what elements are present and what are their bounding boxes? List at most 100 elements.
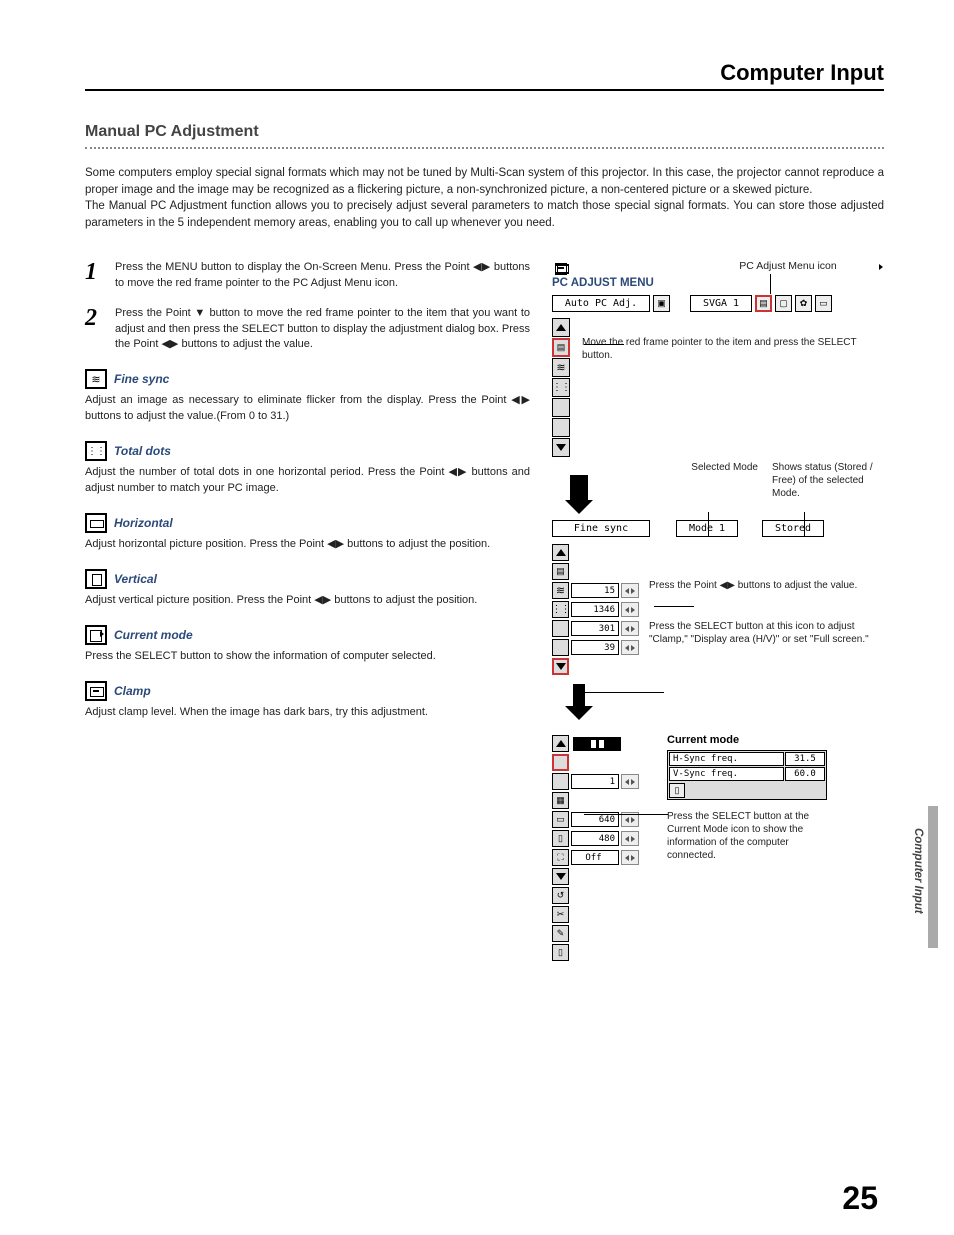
down-arrow-icon bbox=[552, 658, 569, 675]
display-v-icon: ▯ bbox=[552, 830, 569, 847]
item-total-dots: Total dots Adjust the number of total do… bbox=[85, 441, 530, 497]
fine-sync-icon bbox=[552, 358, 570, 377]
item-desc: Adjust horizontal picture position. Pres… bbox=[85, 537, 530, 553]
current-mode-icon bbox=[85, 625, 107, 645]
quit-icon: ▯ bbox=[552, 944, 569, 961]
free-icon: ✂ bbox=[552, 906, 569, 923]
item-title: Fine sync bbox=[114, 372, 169, 386]
annotation-move-pointer: Move the red frame pointer to the item a… bbox=[582, 336, 884, 362]
spinner-icon bbox=[621, 602, 639, 617]
step-number: 1 bbox=[85, 260, 115, 292]
step-1: 1 Press the MENU button to display the O… bbox=[85, 260, 530, 292]
up-arrow-icon bbox=[552, 318, 570, 337]
item-clamp: Clamp Adjust clamp level. When the image… bbox=[85, 681, 530, 721]
spinner-icon bbox=[621, 774, 639, 789]
submenu-status: Stored bbox=[762, 520, 824, 537]
item-vertical: Vertical Adjust vertical picture positio… bbox=[85, 569, 530, 609]
total-dots-icon bbox=[552, 601, 569, 618]
total-dots-icon bbox=[85, 441, 107, 461]
down-arrow-icon bbox=[565, 500, 593, 514]
callout-line bbox=[584, 344, 624, 345]
clamp-value: 1 bbox=[571, 774, 619, 789]
intro-p1: Some computers employ special signal for… bbox=[85, 165, 884, 198]
spinner-icon bbox=[621, 850, 639, 865]
callout-line bbox=[804, 512, 805, 536]
step-2: 2 Press the Point ▼ button to move the r… bbox=[85, 306, 530, 354]
side-tab-label: Computer Input bbox=[912, 828, 924, 914]
down-arrow-icon bbox=[552, 438, 570, 457]
horizontal-icon bbox=[85, 513, 107, 533]
value-strip-2: 1 ▦ ▭ 640 ▯ 480 ⛶ bbox=[552, 734, 639, 962]
topbar-label: Auto PC Adj. bbox=[552, 295, 650, 312]
total-dots-value: 1346 bbox=[571, 602, 619, 617]
item-title: Total dots bbox=[114, 444, 171, 458]
fine-sync-icon bbox=[85, 369, 107, 389]
fine-sync-icon bbox=[552, 582, 569, 599]
vsync-label: V-Sync freq. bbox=[669, 767, 784, 781]
up-arrow-icon bbox=[552, 735, 569, 752]
icon-strip-1: ▤ bbox=[552, 318, 570, 457]
total-dots-icon bbox=[552, 378, 570, 397]
vertical-icon bbox=[85, 569, 107, 589]
menu-icon: ✿ bbox=[795, 295, 812, 312]
arrow-stem bbox=[570, 475, 588, 500]
value-strip: ▤ 15 1346 301 bbox=[552, 543, 639, 676]
item-horizontal: Horizontal Adjust horizontal picture pos… bbox=[85, 513, 530, 553]
step-text: Press the Point ▼ button to move the red… bbox=[115, 306, 530, 354]
clamp-icon bbox=[552, 773, 569, 790]
full-screen-value: Off bbox=[571, 850, 619, 865]
pc-adjust-icon-label: PC Adjust Menu icon bbox=[692, 260, 884, 274]
down-arrow-icon bbox=[565, 684, 593, 724]
menu-topbar: Auto PC Adj. ▣ SVGA 1 ▤ ▢ ✿ ▭ bbox=[552, 295, 884, 312]
item-desc: Adjust vertical picture position. Press … bbox=[85, 593, 530, 609]
callout-line bbox=[708, 512, 709, 536]
spinner-icon bbox=[621, 640, 639, 655]
selected-mode-label: Selected Mode bbox=[691, 461, 758, 474]
section-title: Manual PC Adjustment bbox=[85, 123, 884, 141]
horizontal-icon bbox=[552, 620, 569, 637]
spinner-icon bbox=[621, 831, 639, 846]
vertical-value: 39 bbox=[571, 640, 619, 655]
item-desc: Adjust an image as necessary to eliminat… bbox=[85, 393, 530, 425]
clamp-icon bbox=[85, 681, 107, 701]
right-column: PC Adjust Menu icon PC ADJUST MENU Auto … bbox=[552, 260, 884, 963]
step-number: 2 bbox=[85, 306, 115, 354]
annotation-select-icon: Press the SELECT button at this icon to … bbox=[649, 620, 884, 646]
spinner-icon bbox=[621, 583, 639, 598]
step-text: Press the MENU button to display the On-… bbox=[115, 260, 530, 292]
quit-icon: ▯ bbox=[669, 783, 685, 798]
topbar-mode: SVGA 1 bbox=[690, 295, 752, 312]
item-title: Vertical bbox=[114, 572, 157, 586]
submenu-mode: Mode 1 bbox=[676, 520, 738, 537]
callout-line bbox=[770, 274, 771, 294]
submenu-label: Fine sync bbox=[552, 520, 650, 537]
item-title: Horizontal bbox=[114, 516, 173, 530]
reset-icon: ↺ bbox=[552, 887, 569, 904]
display-h-icon: ▭ bbox=[552, 811, 569, 828]
left-column: 1 Press the MENU button to display the O… bbox=[85, 260, 530, 963]
annotation-current-mode: Press the SELECT button at the Current M… bbox=[667, 810, 827, 862]
store-icon: ✎ bbox=[552, 925, 569, 942]
callout-line bbox=[654, 606, 694, 607]
pc-adjust-menu-title: PC ADJUST MENU bbox=[552, 277, 884, 289]
side-tab-stripe bbox=[928, 806, 938, 948]
item-desc: Adjust the number of total dots in one h… bbox=[85, 465, 530, 497]
full-screen-icon: ⛶ bbox=[552, 849, 569, 866]
hsync-value: 31.5 bbox=[785, 752, 825, 766]
item-title: Clamp bbox=[114, 684, 151, 698]
intro-p2: The Manual PC Adjustment function allows… bbox=[85, 198, 884, 231]
item-title: Current mode bbox=[114, 628, 193, 642]
item-current-mode: Current mode Press the SELECT button to … bbox=[85, 625, 530, 665]
display-v-value: 480 bbox=[571, 831, 619, 846]
chapter-title: Computer Input bbox=[85, 60, 884, 91]
divider bbox=[85, 147, 884, 149]
annotation-adjust-value: Press the Point ◀▶ buttons to adjust the… bbox=[649, 579, 884, 592]
page-number: 25 bbox=[842, 1180, 878, 1217]
auto-pc-icon: ▤ bbox=[552, 563, 569, 580]
item-desc: Press the SELECT button to show the info… bbox=[85, 649, 530, 665]
menu-icon: ▢ bbox=[775, 295, 792, 312]
item-desc: Adjust clamp level. When the image has d… bbox=[85, 705, 530, 721]
spinner-icon bbox=[621, 621, 639, 636]
callout-line bbox=[584, 692, 664, 693]
menu-icon: ▭ bbox=[815, 295, 832, 312]
